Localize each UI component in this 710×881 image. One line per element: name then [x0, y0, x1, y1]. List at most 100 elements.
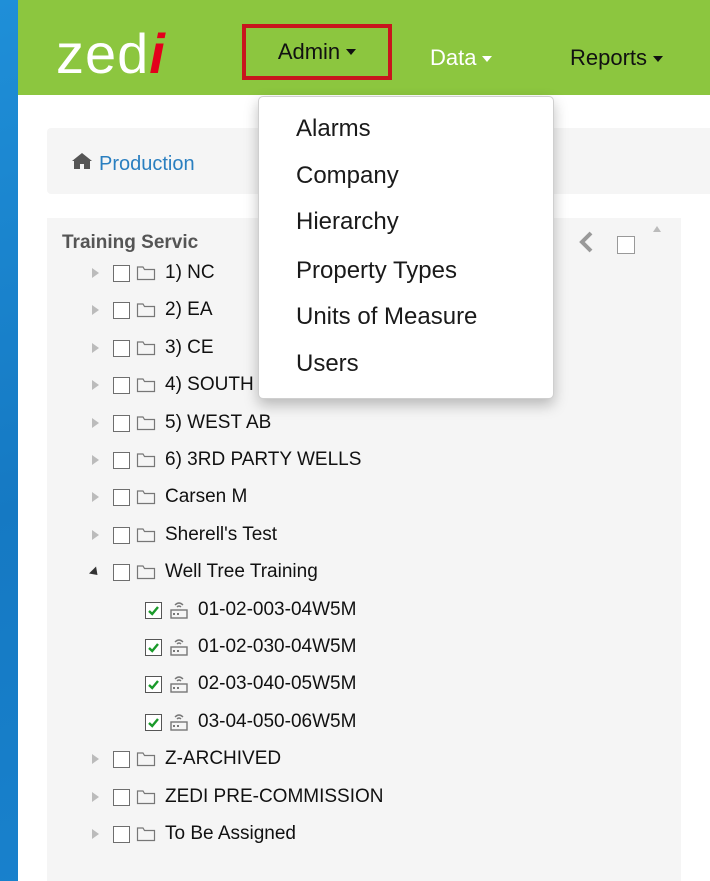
tree-node-checkbox[interactable]	[145, 638, 162, 656]
folder-icon	[136, 303, 156, 318]
expand-triangle-icon[interactable]	[87, 377, 103, 393]
nav-admin-label: Admin	[277, 39, 341, 64]
tree-node-checkbox[interactable]	[113, 563, 130, 581]
folder-icon	[136, 453, 156, 468]
tree-title: Training Servic	[62, 232, 199, 253]
admin-dropdown-menu: Alarms Company Hierarchy Property Types …	[258, 96, 554, 399]
nav-admin-menu[interactable]: Admin	[242, 24, 392, 80]
menu-item-users[interactable]: Users	[296, 350, 359, 378]
expand-triangle-icon[interactable]	[87, 302, 103, 318]
menu-item-alarms[interactable]: Alarms	[296, 115, 371, 143]
caret-down-icon	[653, 56, 664, 63]
tree-node-label: 02-03-040-05W5M	[198, 673, 357, 694]
folder-icon	[136, 266, 156, 281]
tree-node-label: 01-02-030-04W5M	[198, 636, 357, 657]
scroll-up-arrow[interactable]	[653, 226, 661, 232]
folder-icon	[136, 528, 156, 543]
expand-triangle-icon[interactable]	[87, 265, 103, 281]
tree-node-checkbox[interactable]	[113, 825, 130, 843]
tree-row-folder[interactable]: 4) SOUTH AB	[87, 370, 283, 400]
menu-item-company[interactable]: Company	[296, 162, 399, 190]
expand-triangle-icon[interactable]	[87, 789, 103, 805]
tree-row-folder[interactable]: 3) CE	[87, 333, 214, 363]
expand-triangle-icon[interactable]	[87, 527, 103, 543]
tree-row-folder[interactable]: ZEDI PRE-COMMISSION	[87, 782, 384, 812]
tree-node-label: To Be Assigned	[165, 823, 296, 844]
tree-node-label: 3) CE	[165, 337, 214, 358]
breadcrumb-production-link[interactable]: Production	[99, 153, 195, 176]
nav-data-menu[interactable]: Data	[430, 45, 493, 70]
folder-icon	[136, 378, 156, 393]
checkmark-icon	[148, 642, 159, 653]
tree-node-checkbox[interactable]	[113, 414, 130, 432]
logo-text: zed	[56, 22, 150, 85]
tree-node-checkbox[interactable]	[113, 264, 130, 282]
tree-row-folder[interactable]: 1) NC	[87, 258, 215, 288]
tree-node-checkbox[interactable]	[145, 675, 162, 693]
tree-node-label: 2) EA	[165, 299, 213, 320]
tree-row-well[interactable]: 02-03-040-05W5M	[145, 669, 356, 699]
tree-node-checkbox[interactable]	[113, 788, 130, 806]
tree-row-folder[interactable]: To Be Assigned	[87, 819, 296, 849]
tree-row-folder[interactable]: Carsen M	[87, 482, 247, 512]
tree-row-folder[interactable]: Well Tree Training	[87, 557, 318, 587]
nav-reports-label: Reports	[570, 45, 648, 70]
nav-reports-menu[interactable]: Reports	[570, 45, 664, 70]
menu-item-hierarchy[interactable]: Hierarchy	[296, 208, 399, 236]
tree-row-well[interactable]: 01-02-030-04W5M	[145, 632, 356, 662]
tree-node-checkbox[interactable]	[113, 750, 130, 768]
folder-icon	[136, 752, 156, 767]
tree-node-checkbox[interactable]	[113, 451, 130, 469]
expand-triangle-icon[interactable]	[87, 489, 103, 505]
tree-node-checkbox[interactable]	[113, 339, 130, 357]
nav-data-label: Data	[430, 45, 477, 70]
tree-row-folder[interactable]: Sherell's Test	[87, 520, 277, 550]
tree-node-checkbox[interactable]	[113, 526, 130, 544]
caret-down-icon	[346, 49, 357, 55]
panel-select-all-checkbox[interactable]	[617, 236, 635, 254]
tree-row-folder[interactable]: 5) WEST AB	[87, 408, 271, 438]
logo-accent: i	[149, 22, 166, 85]
expand-triangle-icon[interactable]	[87, 452, 103, 468]
collapse-triangle-icon[interactable]	[87, 564, 103, 580]
top-navbar: zedi Admin Data Reports	[18, 0, 710, 95]
tree-node-label: Sherell's Test	[165, 524, 278, 545]
expand-triangle-icon[interactable]	[87, 751, 103, 767]
chevron-left-icon[interactable]	[576, 230, 596, 254]
tree-row-well[interactable]: 03-04-050-06W5M	[145, 707, 356, 737]
menu-item-property-types[interactable]: Property Types	[296, 257, 457, 285]
well-device-icon	[170, 602, 188, 619]
menu-item-units-of-measure[interactable]: Units of Measure	[296, 303, 477, 331]
tree-node-label: Carsen M	[165, 486, 248, 507]
folder-icon	[136, 490, 156, 505]
folder-icon	[136, 827, 156, 842]
tree-node-checkbox[interactable]	[113, 301, 130, 319]
zedi-logo[interactable]: zedi	[56, 24, 166, 84]
tree-node-label: Well Tree Training	[165, 561, 318, 582]
tree-row-folder[interactable]: Z-ARCHIVED	[87, 744, 281, 774]
home-icon[interactable]	[71, 152, 93, 170]
tree-node-checkbox[interactable]	[145, 713, 162, 731]
app-window: zedi Admin Data Reports Production Train…	[18, 0, 710, 881]
tree-node-label: Z-ARCHIVED	[165, 748, 282, 769]
tree-row-folder[interactable]: 6) 3RD PARTY WELLS	[87, 445, 361, 475]
checkmark-icon	[148, 679, 159, 690]
expand-triangle-icon[interactable]	[87, 826, 103, 842]
tree-node-label: ZEDI PRE-COMMISSION	[165, 786, 384, 807]
tree-node-checkbox[interactable]	[145, 601, 162, 619]
tree-row-folder[interactable]: 2) EA	[87, 295, 213, 325]
tree-row-well[interactable]: 01-02-003-04W5M	[145, 595, 356, 625]
well-device-icon	[170, 714, 188, 731]
tree-node-label: 01-02-003-04W5M	[198, 599, 357, 620]
expand-triangle-icon[interactable]	[87, 340, 103, 356]
tree-node-label: 5) WEST AB	[165, 412, 272, 433]
tree-node-checkbox[interactable]	[113, 488, 130, 506]
tree-node-label: 1) NC	[165, 262, 215, 283]
expand-triangle-icon[interactable]	[87, 415, 103, 431]
tree-node-label: 03-04-050-06W5M	[198, 711, 357, 732]
well-device-icon	[170, 639, 188, 656]
tree-node-label: 6) 3RD PARTY WELLS	[165, 449, 362, 470]
checkmark-icon	[148, 717, 159, 728]
well-device-icon	[170, 676, 188, 693]
tree-node-checkbox[interactable]	[113, 376, 130, 394]
